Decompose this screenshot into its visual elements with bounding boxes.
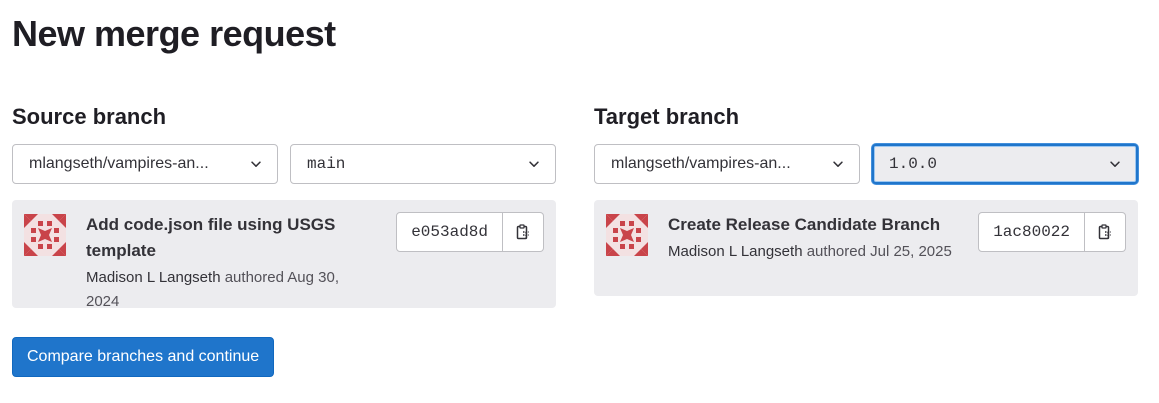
commit-author[interactable]: Madison L Langseth	[86, 269, 221, 286]
source-branch-section: Source branch mlangseth/vampires-an... m…	[12, 100, 556, 310]
page-title: New merge request	[12, 13, 336, 54]
commit-authored-date: authored Jul 25, 2025	[806, 243, 952, 260]
avatar	[606, 214, 648, 256]
commit-title[interactable]: Create Release Candidate Branch	[668, 212, 958, 238]
source-project-dropdown[interactable]: mlangseth/vampires-an...	[12, 144, 278, 184]
source-branch-value: main	[307, 155, 346, 173]
source-commit-card: Add code.json file using USGS template M…	[12, 200, 556, 310]
commit-meta: Madison L Langseth authored Jul 25, 2025	[668, 240, 958, 264]
commit-info: Create Release Candidate Branch Madison …	[668, 212, 958, 264]
commit-meta: Madison L Langseth authored Aug 30, 2024	[86, 266, 376, 314]
commit-sha-group: e053ad8d	[396, 212, 544, 252]
target-branch-section: Target branch mlangseth/vampires-an... 1…	[594, 100, 1138, 296]
avatar	[24, 214, 66, 256]
commit-info: Add code.json file using USGS template M…	[86, 212, 376, 314]
commit-sha[interactable]: e053ad8d	[396, 212, 503, 252]
target-project-value: mlangseth/vampires-an...	[611, 155, 791, 172]
chevron-down-icon	[251, 161, 261, 167]
target-project-dropdown[interactable]: mlangseth/vampires-an...	[594, 144, 860, 184]
target-commit-card: Create Release Candidate Branch Madison …	[594, 200, 1138, 296]
copy-to-clipboard-icon	[516, 224, 529, 240]
commit-sha[interactable]: 1ac80022	[978, 212, 1085, 252]
target-branch-dropdown[interactable]: 1.0.0	[872, 144, 1138, 184]
commit-author[interactable]: Madison L Langseth	[668, 243, 803, 260]
source-branch-dropdown[interactable]: main	[290, 144, 556, 184]
chevron-down-icon	[833, 161, 843, 167]
copy-to-clipboard-icon	[1098, 224, 1111, 240]
chevron-down-icon	[529, 161, 539, 167]
target-branch-heading: Target branch	[594, 104, 740, 129]
target-branch-value: 1.0.0	[889, 155, 938, 173]
copy-sha-button[interactable]	[503, 212, 544, 252]
source-branch-heading: Source branch	[12, 104, 167, 129]
chevron-down-icon	[1110, 161, 1120, 167]
commit-sha-group: 1ac80022	[978, 212, 1126, 252]
copy-sha-button[interactable]	[1085, 212, 1126, 252]
source-project-value: mlangseth/vampires-an...	[29, 155, 209, 172]
commit-title[interactable]: Add code.json file using USGS template	[86, 212, 376, 264]
compare-branches-button[interactable]: Compare branches and continue	[12, 337, 275, 377]
